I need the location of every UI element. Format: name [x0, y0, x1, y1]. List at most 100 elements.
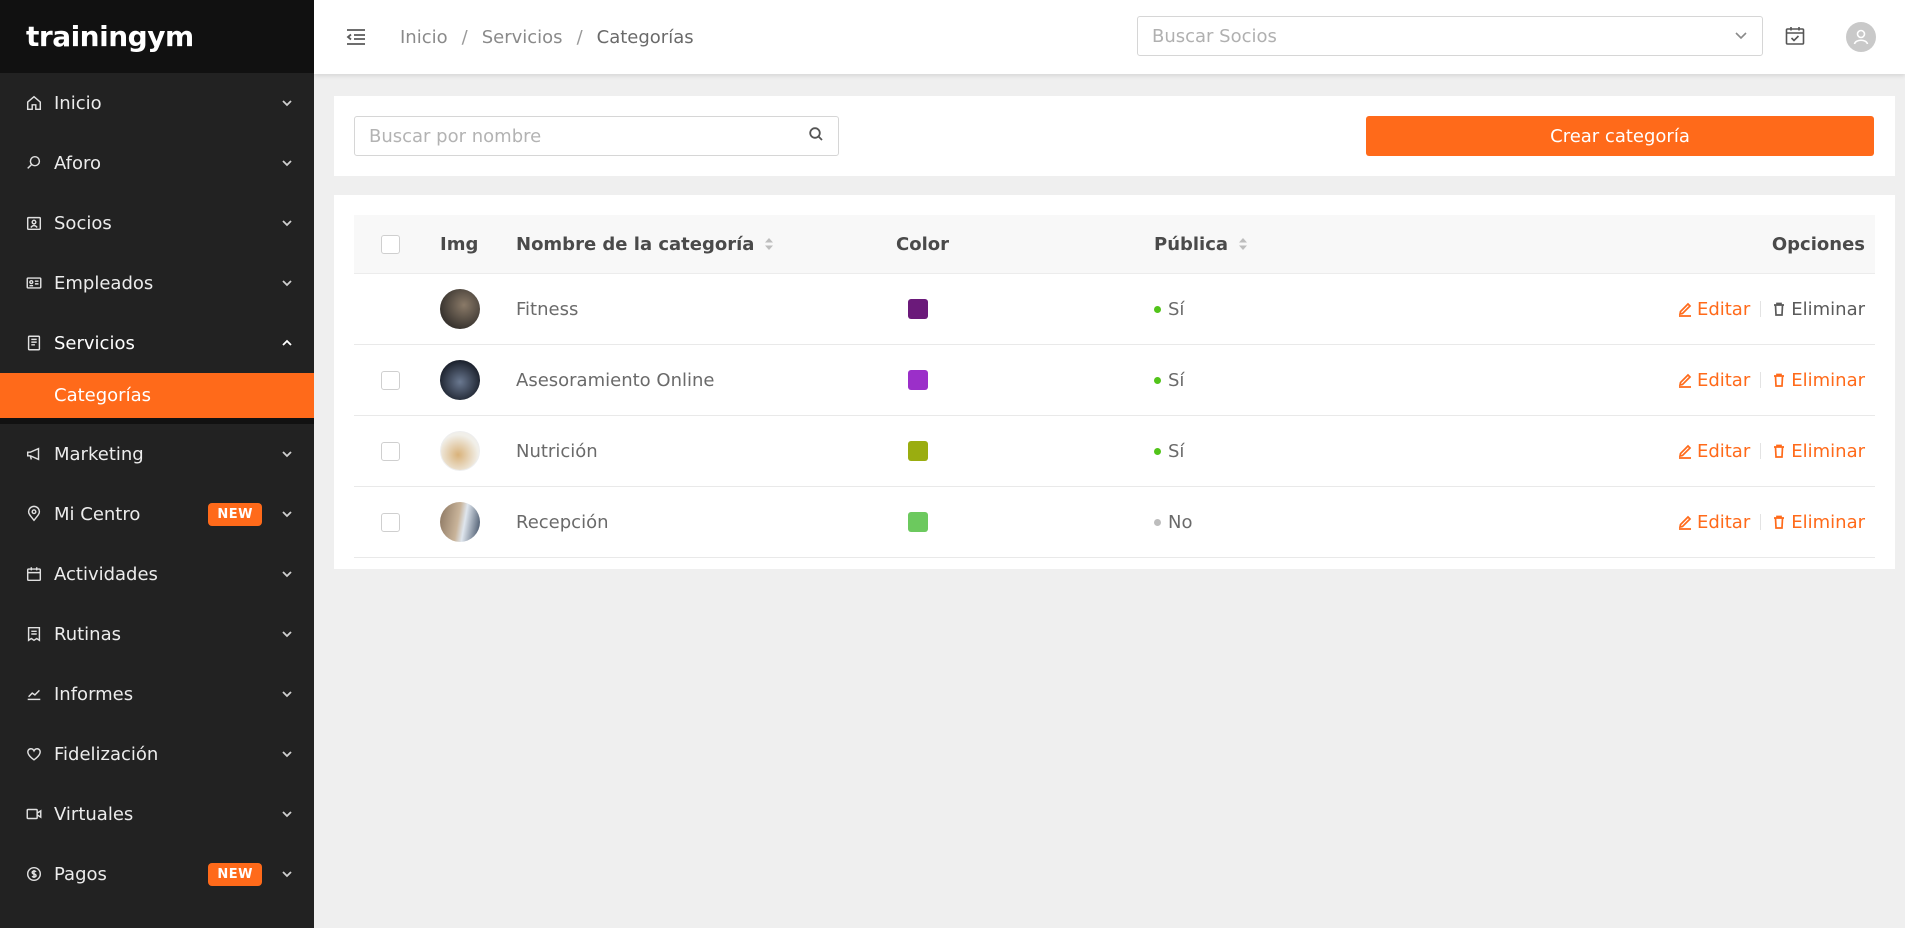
category-thumbnail [440, 431, 480, 471]
breadcrumb-inicio[interactable]: Inicio [400, 27, 448, 48]
row-checkbox[interactable] [381, 441, 400, 461]
sidebar-item-label: Inicio [54, 92, 102, 114]
column-header-options: Opciones [1771, 233, 1865, 255]
name-search-input[interactable] [369, 125, 808, 147]
chevron-down-icon [280, 567, 294, 581]
calendar-check-icon[interactable] [1784, 25, 1808, 49]
sidebar-item-servicios[interactable]: Servicios [0, 313, 314, 373]
row-checkbox[interactable] [381, 370, 400, 390]
breadcrumb-categorias: Categorías [596, 26, 694, 48]
receipt-icon [24, 333, 44, 353]
edit-button[interactable]: Editar [1677, 299, 1750, 320]
sidebar-item-actividades[interactable]: Actividades [0, 544, 314, 604]
sidebar-item-rutinas[interactable]: Rutinas [0, 604, 314, 664]
sidebar-item-label: Aforo [54, 152, 102, 174]
delete-label: Eliminar [1791, 298, 1865, 320]
row-options: Editar Eliminar [1677, 441, 1865, 462]
column-header-name[interactable]: Nombre de la categoría [516, 234, 774, 255]
column-header-color: Color [896, 233, 949, 255]
row-checkbox[interactable] [381, 512, 400, 532]
sidebar-subitem-categorias[interactable]: Categorías [0, 373, 314, 424]
delete-button[interactable]: Eliminar [1771, 299, 1865, 320]
create-category-button[interactable]: Crear categoría [1366, 116, 1874, 156]
breadcrumb-servicios[interactable]: Servicios [482, 27, 563, 48]
chevron-down-icon [280, 507, 294, 521]
sidebar: trainingym Inicio Aforo Socios Empleados… [0, 0, 314, 928]
sidebar-item-informes[interactable]: Informes [0, 664, 314, 724]
breadcrumb: Inicio / Servicios / Categorías [400, 27, 694, 48]
column-header-name-label: Nombre de la categoría [516, 233, 755, 255]
public-status-label: Sí [1168, 440, 1185, 462]
delete-button[interactable]: Eliminar [1771, 441, 1865, 462]
sidebar-item-mi-centro[interactable]: Mi Centro NEW [0, 484, 314, 544]
chevron-down-icon [280, 627, 294, 641]
category-name: Nutrición [516, 440, 598, 462]
new-badge: NEW [208, 862, 262, 886]
sidebar-item-socios[interactable]: Socios [0, 193, 314, 253]
sidebar-item-virtuales[interactable]: Virtuales [0, 784, 314, 844]
divider [1760, 514, 1762, 530]
trash-icon [1774, 302, 1785, 316]
search-icon[interactable] [808, 126, 824, 146]
sort-icon[interactable] [1238, 237, 1248, 251]
status-dot [1154, 518, 1161, 526]
category-thumbnail [440, 360, 480, 400]
sidebar-item-marketing[interactable]: Marketing [0, 424, 314, 484]
toolbar-card: Crear categoría [334, 96, 1895, 176]
sidebar-item-aforo[interactable]: Aforo [0, 133, 314, 193]
menu-collapse-icon[interactable] [344, 27, 368, 47]
video-icon [24, 804, 44, 824]
app-logo[interactable]: trainingym [26, 20, 194, 53]
home-icon [24, 93, 44, 113]
chevron-down-icon [280, 867, 294, 881]
edit-button[interactable]: Editar [1677, 441, 1750, 462]
color-swatch [908, 299, 928, 319]
column-header-public[interactable]: Pública [1154, 234, 1248, 255]
sidebar-item-label: Empleados [54, 272, 154, 294]
public-status-label: Sí [1168, 298, 1185, 320]
member-search-select[interactable]: Buscar Socios [1137, 16, 1763, 56]
logo-bar: trainingym [0, 0, 314, 73]
chevron-down-icon [280, 807, 294, 821]
divider [1760, 372, 1762, 388]
edit-label: Editar [1696, 298, 1751, 320]
sidebar-item-empleados[interactable]: Empleados [0, 253, 314, 313]
color-swatch [908, 441, 928, 461]
sidebar-item-label: Socios [54, 212, 112, 234]
edit-button[interactable]: Editar [1677, 512, 1750, 533]
delete-button[interactable]: Eliminar [1771, 370, 1865, 391]
heart-icon [24, 744, 44, 764]
table-row: Nutrición Sí Editar Eliminar [354, 416, 1875, 487]
public-status: Sí [1154, 370, 1184, 391]
chart-line-icon [24, 684, 44, 704]
public-status: Sí [1154, 441, 1184, 462]
sidebar-item-label: Rutinas [54, 623, 121, 645]
sidebar-item-fidelizacion[interactable]: Fidelización [0, 724, 314, 784]
trash-icon [1774, 373, 1785, 387]
edit-label: Editar [1696, 511, 1751, 533]
color-swatch [908, 370, 928, 390]
sidebar-item-inicio[interactable]: Inicio [0, 73, 314, 133]
edit-label: Editar [1696, 369, 1751, 391]
breadcrumb-separator: / [461, 26, 468, 48]
delete-button[interactable]: Eliminar [1771, 512, 1865, 533]
trash-icon [1774, 444, 1785, 458]
sidebar-item-label: Virtuales [54, 803, 134, 825]
public-status-label: No [1168, 511, 1193, 533]
row-options: Editar Eliminar [1677, 299, 1865, 320]
coin-icon [24, 864, 44, 884]
status-dot [1154, 376, 1161, 384]
sort-icon[interactable] [764, 237, 774, 251]
select-all-checkbox[interactable] [381, 234, 400, 254]
sidebar-item-pagos[interactable]: Pagos NEW [0, 844, 314, 904]
row-options: Editar Eliminar [1677, 370, 1865, 391]
search-icon [24, 153, 44, 173]
category-name: Asesoramiento Online [516, 369, 715, 391]
pencil-icon [1678, 302, 1692, 317]
members-icon [24, 213, 44, 233]
sidebar-item-label: Fidelización [54, 743, 159, 765]
breadcrumb-separator: / [576, 26, 583, 48]
edit-button[interactable]: Editar [1677, 370, 1750, 391]
clipboard-icon [24, 624, 44, 644]
user-avatar-icon[interactable] [1846, 22, 1876, 52]
